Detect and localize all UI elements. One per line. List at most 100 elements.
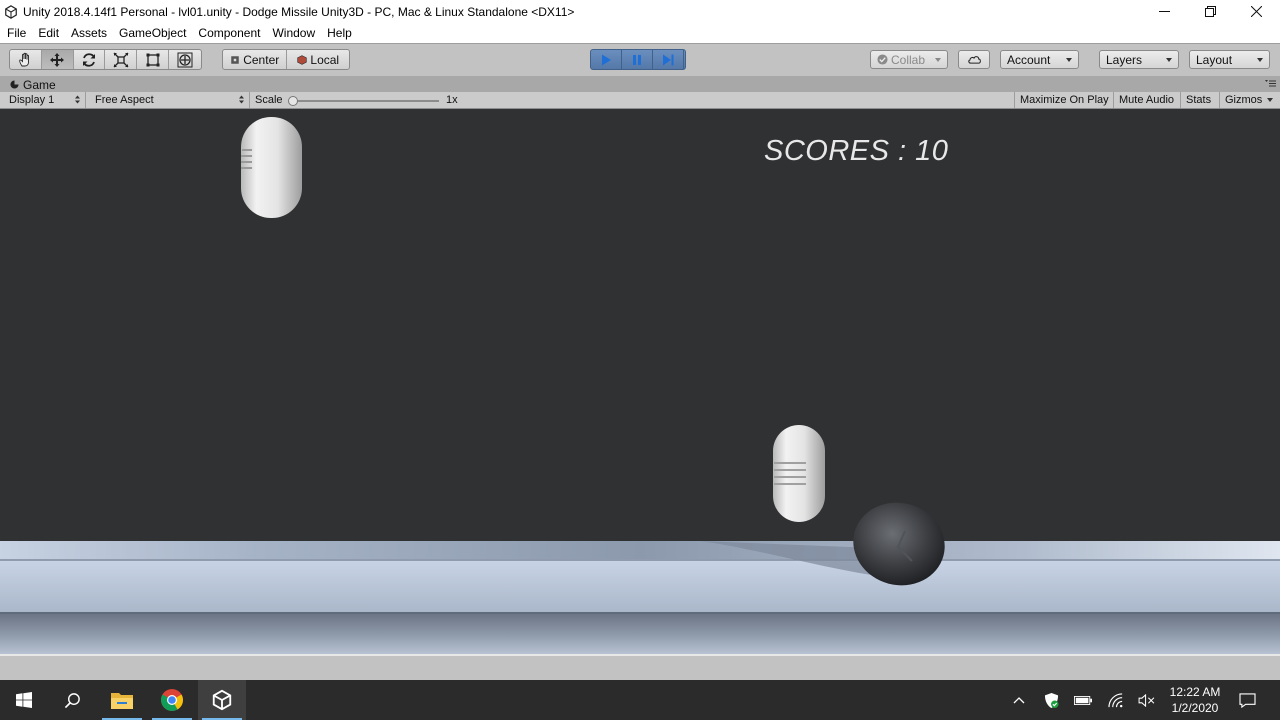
aspect-label: Free Aspect xyxy=(95,94,154,106)
title-bar: Unity 2018.4.14f1 Personal - lvl01.unity… xyxy=(0,0,1280,23)
play-button[interactable] xyxy=(591,50,622,69)
floor-platform xyxy=(0,541,1280,654)
security-tray-button[interactable] xyxy=(1041,690,1061,710)
transform-tool-icon xyxy=(177,52,193,67)
security-shield-icon xyxy=(1044,692,1059,708)
pivot-local-label: Local xyxy=(310,52,340,67)
mute-audio-label: Mute Audio xyxy=(1119,94,1175,106)
missile-capsule xyxy=(241,117,302,218)
game-view-icon xyxy=(10,80,19,89)
menu-window[interactable]: Window xyxy=(266,23,321,43)
tab-game[interactable]: Game xyxy=(4,77,62,92)
pause-icon xyxy=(633,54,641,65)
start-button[interactable] xyxy=(0,680,48,720)
menu-file[interactable]: File xyxy=(0,23,32,43)
rotate-tool-button[interactable] xyxy=(74,50,106,69)
play-icon xyxy=(602,54,611,65)
pivot-controls: Center Local xyxy=(222,49,350,70)
display-select[interactable]: Display 1 xyxy=(0,92,86,108)
playback-controls xyxy=(590,49,686,70)
search-button[interactable] xyxy=(48,680,96,720)
menu-help[interactable]: Help xyxy=(321,23,358,43)
transform-tool-button[interactable] xyxy=(169,50,201,69)
volume-muted-icon xyxy=(1138,693,1154,707)
clock-date: 1/2/2020 xyxy=(1171,701,1219,715)
chevron-up-icon xyxy=(1013,697,1025,704)
chrome-icon xyxy=(161,689,183,711)
missile-capsule xyxy=(773,425,825,522)
game-tab-bar: Game xyxy=(0,76,1280,92)
layers-dropdown[interactable]: Layers xyxy=(1099,50,1179,69)
editor-status-area xyxy=(0,654,1280,680)
unity-icon xyxy=(5,4,17,19)
file-explorer-button[interactable] xyxy=(98,680,146,720)
battery-icon xyxy=(1074,695,1092,705)
close-icon xyxy=(1250,6,1262,17)
menu-component[interactable]: Component xyxy=(192,23,266,43)
cloud-icon xyxy=(967,56,981,64)
menu-assets[interactable]: Assets xyxy=(65,23,113,43)
rotate-tool-icon xyxy=(83,52,96,67)
maximize-on-play-toggle[interactable]: Maximize On Play xyxy=(1014,92,1114,108)
account-dropdown[interactable]: Account xyxy=(1000,50,1079,69)
wifi-icon xyxy=(1107,692,1122,707)
collab-label: Collab xyxy=(891,52,926,67)
score-text: SCORES : 10 xyxy=(764,135,949,167)
windows-start-icon xyxy=(16,692,32,708)
chrome-button[interactable] xyxy=(148,680,196,720)
file-explorer-icon xyxy=(111,693,133,709)
game-view-toolbar: Display 1 Free Aspect Scale 1x Maximize … xyxy=(0,92,1280,109)
clock[interactable]: 12:22 AM 1/2/2020 xyxy=(1160,684,1230,716)
volume-tray-button[interactable] xyxy=(1136,690,1156,710)
close-button[interactable] xyxy=(1233,0,1279,23)
cloud-button[interactable] xyxy=(958,50,990,69)
menu-gameobject[interactable]: GameObject xyxy=(113,23,192,43)
account-label: Account xyxy=(1007,52,1051,67)
scale-value: 1x xyxy=(446,94,458,106)
layout-dropdown[interactable]: Layout xyxy=(1189,50,1270,69)
pivot-local-button[interactable]: Local xyxy=(287,50,349,69)
menu-edit[interactable]: Edit xyxy=(32,23,65,43)
transform-tools xyxy=(9,49,202,70)
scale-tool-button[interactable] xyxy=(105,50,138,69)
mute-audio-toggle[interactable]: Mute Audio xyxy=(1113,92,1179,108)
scale-slider-track[interactable] xyxy=(295,100,439,102)
scale-tool-icon xyxy=(113,52,129,67)
restore-button[interactable] xyxy=(1187,0,1233,23)
collab-dropdown[interactable]: Collab xyxy=(870,50,948,69)
gizmos-dropdown[interactable]: Gizmos xyxy=(1219,92,1276,108)
pivot-center-button[interactable]: Center xyxy=(223,50,288,69)
check-icon xyxy=(877,54,888,65)
updown-arrows-icon xyxy=(75,95,80,104)
window-title: Unity 2018.4.14f1 Personal - lvl01.unity… xyxy=(23,4,575,19)
main-toolbar: Center Local Collab Account Layers Layou… xyxy=(0,43,1280,76)
network-tray-button[interactable] xyxy=(1106,690,1126,710)
menu-bar: File Edit Assets GameObject Component Wi… xyxy=(0,23,1280,43)
stats-label: Stats xyxy=(1186,94,1212,106)
rect-tool-button[interactable] xyxy=(137,50,170,69)
search-icon xyxy=(64,692,80,708)
stats-toggle[interactable]: Stats xyxy=(1180,92,1216,108)
move-tool-button[interactable] xyxy=(41,50,74,69)
tab-menu-icon[interactable] xyxy=(1264,79,1276,89)
step-button[interactable] xyxy=(653,50,684,69)
local-cube-icon xyxy=(297,54,308,65)
layout-label: Layout xyxy=(1196,52,1233,67)
game-scene xyxy=(0,117,1280,654)
show-hidden-icons-button[interactable] xyxy=(1009,690,1029,710)
game-viewport[interactable]: SCORES : 10 xyxy=(0,109,1280,654)
layers-label: Layers xyxy=(1106,52,1143,67)
minimize-button[interactable] xyxy=(1141,0,1187,23)
aspect-select[interactable]: Free Aspect xyxy=(86,92,250,108)
scale-slider-thumb[interactable] xyxy=(288,96,298,106)
battery-tray-button[interactable] xyxy=(1073,690,1093,710)
action-center-button[interactable] xyxy=(1237,690,1257,710)
move-tool-icon xyxy=(50,52,65,67)
hand-tool-button[interactable] xyxy=(10,50,42,69)
caret-icon xyxy=(1267,98,1274,102)
pivot-center-label: Center xyxy=(243,52,280,67)
pause-button[interactable] xyxy=(622,50,653,69)
game-tab-label: Game xyxy=(23,77,56,92)
unity-taskbar-button[interactable] xyxy=(198,680,246,720)
unity-icon xyxy=(212,689,232,711)
